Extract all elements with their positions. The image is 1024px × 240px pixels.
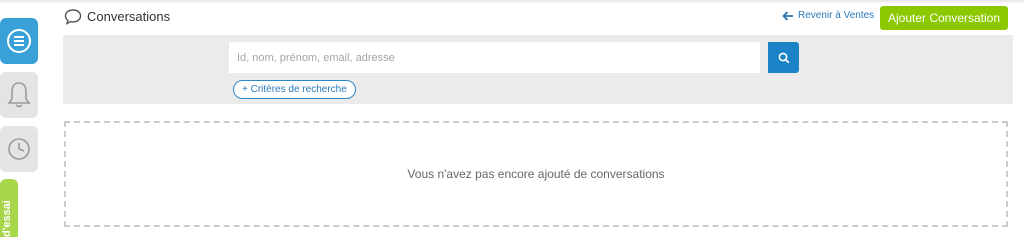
search-input[interactable] xyxy=(229,42,760,73)
top-shadow xyxy=(0,0,1024,4)
app-frame: d'essai Conversations Revenir à Ventes A… xyxy=(0,0,1024,237)
history-icon xyxy=(8,138,30,160)
search-button[interactable] xyxy=(768,42,799,73)
trial-tab[interactable]: d'essai xyxy=(0,179,18,237)
page-header: Conversations xyxy=(64,8,170,25)
add-conversation-button[interactable]: Ajouter Conversation xyxy=(880,6,1008,30)
search-icon xyxy=(778,52,789,63)
trial-label: d'essai xyxy=(1,200,13,237)
back-link-label: Revenir à Ventes xyxy=(798,10,875,21)
search-criteria-button[interactable]: + Critères de recherche xyxy=(233,80,356,99)
chat-bubble-icon xyxy=(64,9,82,25)
sidebar-notifications-button[interactable] xyxy=(0,72,38,118)
page-title: Conversations xyxy=(87,9,171,24)
bell-icon xyxy=(7,82,31,108)
sidebar-history-button[interactable] xyxy=(0,126,38,172)
arrow-left-icon xyxy=(782,10,793,21)
empty-state-message: Vous n'avez pas encore ajouté de convers… xyxy=(407,167,665,181)
sidebar-menu-button[interactable] xyxy=(0,18,38,64)
empty-state: Vous n'avez pas encore ajouté de convers… xyxy=(64,121,1008,227)
back-to-sales-link[interactable]: Revenir à Ventes xyxy=(782,10,874,21)
menu-icon xyxy=(7,29,31,53)
